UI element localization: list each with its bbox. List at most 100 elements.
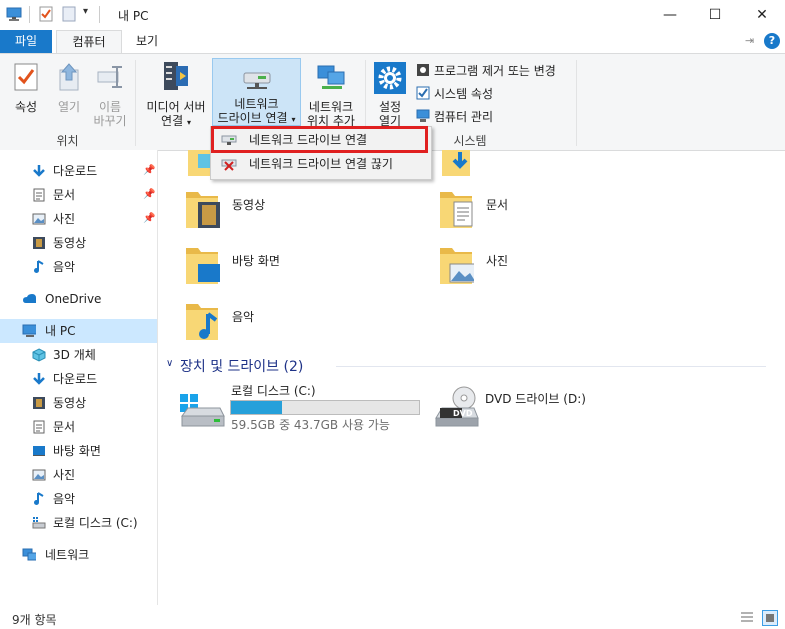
nav-label: 다운로드: [53, 372, 98, 386]
add-network-location-button[interactable]: 네트워크 위치 추가: [302, 60, 360, 128]
map-drive-label-2-text: 드라이브 연결: [217, 111, 288, 125]
media-server-label-2: 연결 ▾: [161, 114, 191, 128]
video-icon: [33, 397, 45, 409]
pin-ribbon-icon[interactable]: ⇥: [745, 34, 754, 47]
media-server-button[interactable]: 미디어 서버 연결 ▾: [140, 60, 210, 128]
pin-icon: 📌: [143, 213, 156, 224]
properties-icon: [14, 63, 38, 91]
picture-icon: [32, 469, 46, 481]
computer-management-label: 컴퓨터 관리: [434, 110, 494, 124]
video-icon: [33, 237, 45, 249]
minimize-button[interactable]: —: [647, 0, 693, 30]
nav-pc-3d-objects[interactable]: 3D 개체: [0, 343, 157, 367]
cube-3d-icon: [32, 348, 46, 362]
folder-videos[interactable]: 동영상: [184, 188, 384, 236]
nav-pc-downloads[interactable]: 다운로드: [0, 367, 157, 391]
map-network-drive-button[interactable]: 네트워크 드라이브 연결 ▾: [212, 58, 301, 126]
nav-quick-documents[interactable]: 문서 📌: [0, 183, 157, 207]
details-view-icon[interactable]: [740, 611, 754, 623]
nav-quick-music[interactable]: 음악: [0, 255, 157, 279]
music-icon: [34, 260, 44, 273]
folder-music[interactable]: 음악: [184, 300, 384, 348]
nav-label: 3D 개체: [53, 348, 96, 362]
folder-label: 음악: [232, 310, 255, 324]
nav-label: 문서: [53, 188, 76, 202]
open-button[interactable]: 열기: [50, 60, 88, 126]
section-divider: [336, 366, 766, 367]
folder-label: 사진: [486, 254, 509, 268]
large-icons-view-icon[interactable]: [762, 610, 778, 626]
dvd-drive-tile[interactable]: DVD DVD 드라이브 (D:): [432, 382, 632, 432]
folder-label: 문서: [486, 198, 509, 212]
nav-pc-local-disk[interactable]: 로컬 디스크 (C:): [0, 511, 157, 535]
properties-button[interactable]: 속성: [6, 60, 46, 126]
rename-button[interactable]: 이름 바꾸기: [90, 60, 130, 128]
computer-management-button[interactable]: 컴퓨터 관리: [414, 106, 534, 126]
ribbon-tabs: 파일 컴퓨터 보기 ⇥ ?: [0, 30, 785, 53]
folder-pictures[interactable]: 사진: [438, 244, 638, 292]
drive-c-tile[interactable]: 로컬 디스크 (C:) 59.5GB 중 43.7GB 사용 가능: [178, 382, 423, 432]
music-icon: [34, 492, 44, 505]
nav-label: 다운로드: [53, 164, 98, 178]
navigation-pane: 다운로드 📌 문서 📌 사진 📌 동영상 음악 OneDrive 내 PC 3D…: [0, 150, 158, 605]
title-bar: ▾ 내 PC — ☐ ✕: [0, 0, 785, 30]
folder-documents[interactable]: 문서: [438, 188, 638, 236]
folder-desktop[interactable]: 바탕 화면: [184, 244, 384, 292]
nav-quick-videos[interactable]: 동영상: [0, 231, 157, 255]
menu-item-disconnect-network-drive[interactable]: 네트워크 드라이브 연결 끊기: [211, 152, 431, 176]
devices-section-header[interactable]: ∨ 장치 및 드라이브 (2): [166, 356, 766, 376]
properties-quick-icon[interactable]: [39, 6, 53, 22]
nav-pc-documents[interactable]: 문서: [0, 415, 157, 439]
tab-view[interactable]: 보기: [124, 30, 170, 53]
media-server-icon: [164, 62, 188, 90]
nav-quick-downloads[interactable]: 다운로드 📌: [0, 159, 157, 183]
nav-this-pc[interactable]: 내 PC: [0, 319, 157, 343]
nav-label: 바탕 화면: [53, 444, 101, 458]
folder-partial-downloads[interactable]: [440, 150, 470, 180]
folder-label: 바탕 화면: [232, 254, 280, 268]
window-title: 내 PC: [118, 9, 149, 23]
new-folder-quick-icon[interactable]: [62, 6, 76, 22]
pin-icon: 📌: [143, 189, 156, 200]
uninstall-program-button[interactable]: 프로그램 제거 또는 변경: [414, 60, 574, 80]
computer-icon: [6, 7, 22, 21]
pin-icon: 📌: [143, 165, 156, 176]
group-label-system: 시스템: [453, 134, 487, 148]
rename-label-1: 이름: [98, 100, 122, 114]
map-drive-label-2: 드라이브 연결 ▾: [217, 111, 296, 125]
ribbon-separator: [576, 60, 577, 146]
nav-pc-videos[interactable]: 동영상: [0, 391, 157, 415]
close-button[interactable]: ✕: [739, 0, 785, 30]
system-properties-button[interactable]: 시스템 속성: [414, 83, 534, 103]
nav-pc-pictures[interactable]: 사진: [0, 463, 157, 487]
tab-file[interactable]: 파일: [0, 30, 52, 53]
nav-onedrive[interactable]: OneDrive: [0, 287, 157, 311]
nav-pc-music[interactable]: 음악: [0, 487, 157, 511]
add-location-label-1: 네트워크: [308, 100, 354, 114]
help-icon[interactable]: ?: [764, 33, 780, 49]
nav-label: 내 PC: [45, 324, 76, 338]
picture-icon: [32, 213, 46, 225]
customize-quick-access-icon[interactable]: ▾: [83, 6, 88, 17]
dvd-drive-icon: [435, 386, 479, 427]
annotation-highlight-box: [211, 126, 428, 153]
download-icon: [33, 373, 45, 385]
uninstall-label: 프로그램 제거 또는 변경: [434, 64, 556, 78]
tab-computer[interactable]: 컴퓨터: [56, 30, 122, 53]
folder-icon: [442, 150, 470, 176]
drive-c-usage-bar: [230, 400, 420, 415]
maximize-button[interactable]: ☐: [692, 0, 738, 30]
network-drive-icon: [243, 72, 271, 89]
nav-quick-pictures[interactable]: 사진 📌: [0, 207, 157, 231]
download-icon: [33, 165, 45, 177]
nav-label: 음악: [53, 260, 76, 274]
nav-pc-desktop[interactable]: 바탕 화면: [0, 439, 157, 463]
settings-label-1: 설정: [378, 100, 402, 114]
chevron-down-icon: ∨: [166, 358, 174, 369]
open-settings-button[interactable]: 설정 열기: [370, 60, 410, 128]
media-server-label-2-text: 연결: [161, 114, 184, 128]
drive-c-usage-text: 59.5GB 중 43.7GB 사용 가능: [231, 418, 390, 432]
media-server-label-1: 미디어 서버: [146, 100, 206, 114]
nav-network[interactable]: 네트워크: [0, 543, 157, 567]
video-folder-icon: [186, 192, 220, 228]
